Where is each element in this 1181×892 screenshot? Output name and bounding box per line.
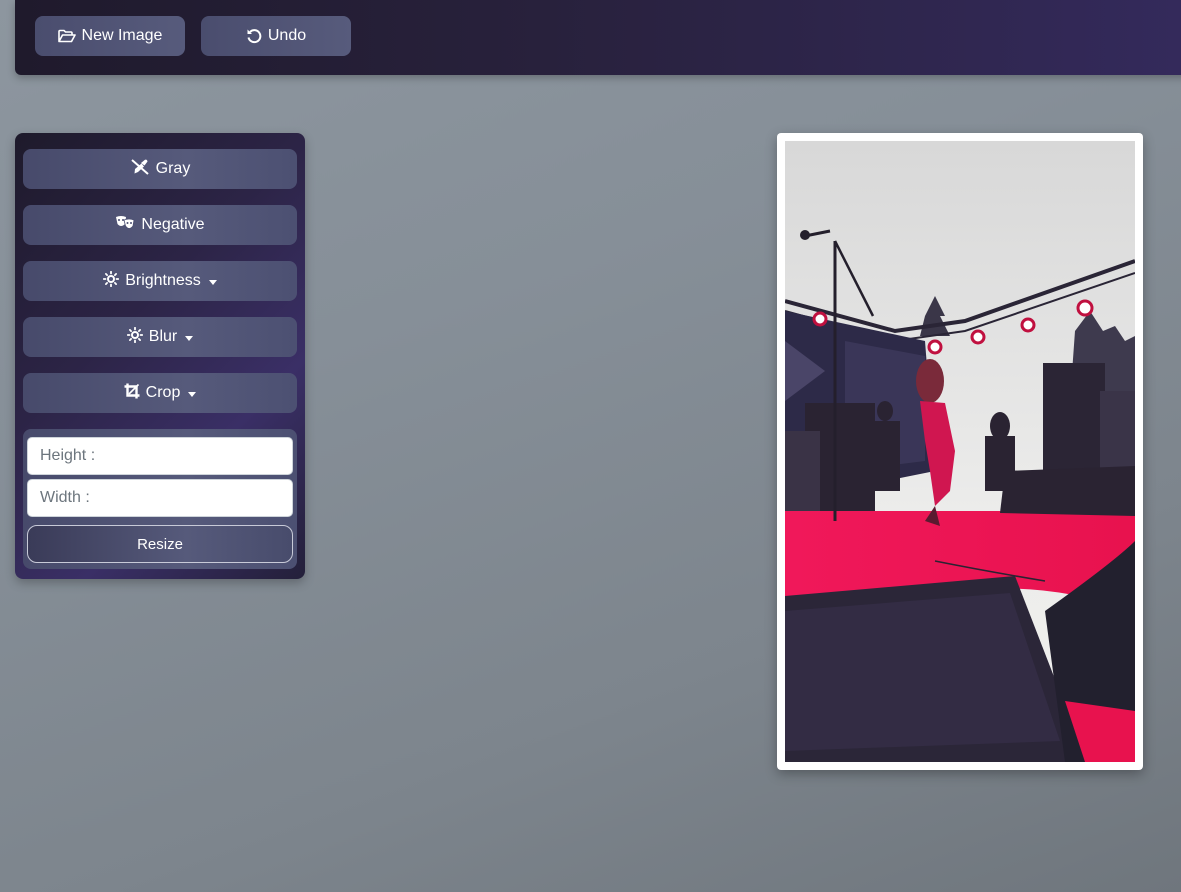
brightness-dropdown-button[interactable]: Brightness (23, 261, 297, 301)
negative-label: Negative (141, 216, 205, 233)
eyedropper-slash-icon (130, 158, 150, 180)
undo-label: Undo (267, 27, 307, 44)
resize-button[interactable]: Resize (27, 525, 293, 563)
chevron-down-icon (185, 335, 194, 341)
gray-button[interactable]: Gray (23, 149, 297, 189)
crop-dropdown-button[interactable]: Crop (23, 373, 297, 413)
blur-dropdown-button[interactable]: Blur (23, 317, 297, 357)
new-image-label: New Image (81, 27, 163, 44)
undo-button[interactable]: Undo (201, 16, 351, 56)
chevron-down-icon (208, 279, 217, 285)
blur-label: Blur (148, 328, 178, 345)
brightness-label: Brightness (125, 272, 201, 289)
crop-icon (124, 383, 140, 404)
chevron-down-icon (188, 391, 197, 397)
edited-image (785, 141, 1135, 762)
sun-icon (103, 270, 120, 292)
undo-icon (246, 28, 262, 44)
theater-masks-icon (115, 215, 135, 236)
folder-open-icon (57, 29, 76, 43)
image-preview-frame (777, 133, 1143, 770)
new-image-button[interactable]: New Image (35, 16, 185, 56)
sun-icon (126, 326, 143, 348)
gray-label: Gray (155, 160, 191, 177)
resize-panel: Resize (23, 429, 297, 569)
height-input[interactable] (27, 437, 293, 475)
width-input[interactable] (27, 479, 293, 517)
negative-button[interactable]: Negative (23, 205, 297, 245)
crop-label: Crop (145, 384, 181, 401)
top-toolbar: New Image Undo (15, 0, 1181, 75)
tools-sidebar: Gray Negative Brightness Blur Crop Heigh… (15, 133, 305, 579)
